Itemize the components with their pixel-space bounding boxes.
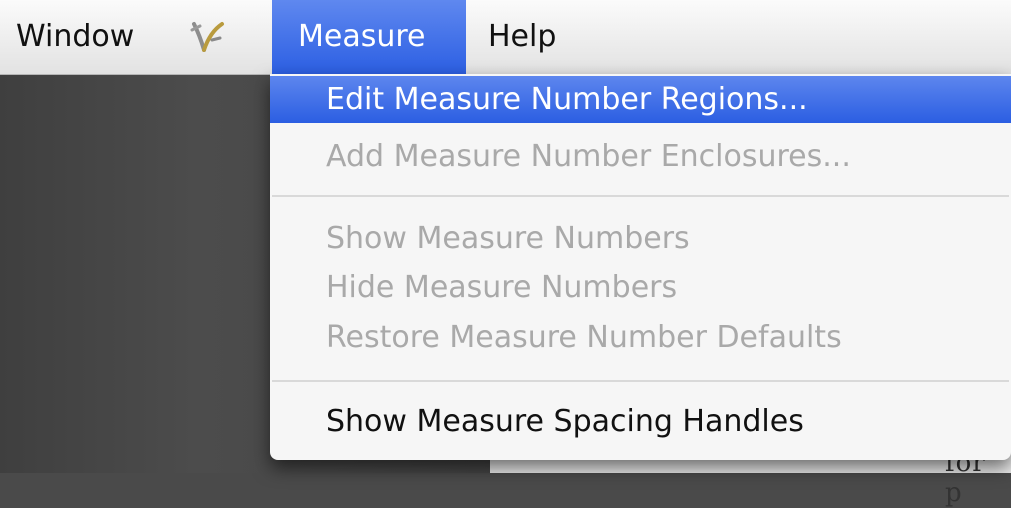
menu-separator: [272, 380, 1009, 382]
menu-item-show-measure-numbers[interactable]: Show Measure Numbers: [270, 215, 1011, 262]
measure-menu-dropdown: Edit Measure Number Regions... Add Measu…: [270, 74, 1011, 460]
menu-help[interactable]: Help: [466, 0, 556, 74]
menu-bar: Window Measure Help: [0, 0, 1011, 75]
menu-separator: [272, 195, 1009, 197]
menu-item-show-measure-spacing-handles[interactable]: Show Measure Spacing Handles: [270, 398, 1011, 445]
menu-item-restore-measure-number-defaults[interactable]: Restore Measure Number Defaults: [270, 314, 1011, 361]
menu-item-add-measure-number-enclosures[interactable]: Add Measure Number Enclosures...: [270, 133, 1011, 180]
script-icon[interactable]: [186, 16, 228, 58]
menu-item-hide-measure-numbers[interactable]: Hide Measure Numbers: [270, 264, 1011, 311]
menu-item-edit-measure-number-regions[interactable]: Edit Measure Number Regions...: [270, 76, 1011, 123]
menu-measure[interactable]: Measure: [272, 0, 466, 74]
menu-window[interactable]: Window: [0, 0, 150, 74]
